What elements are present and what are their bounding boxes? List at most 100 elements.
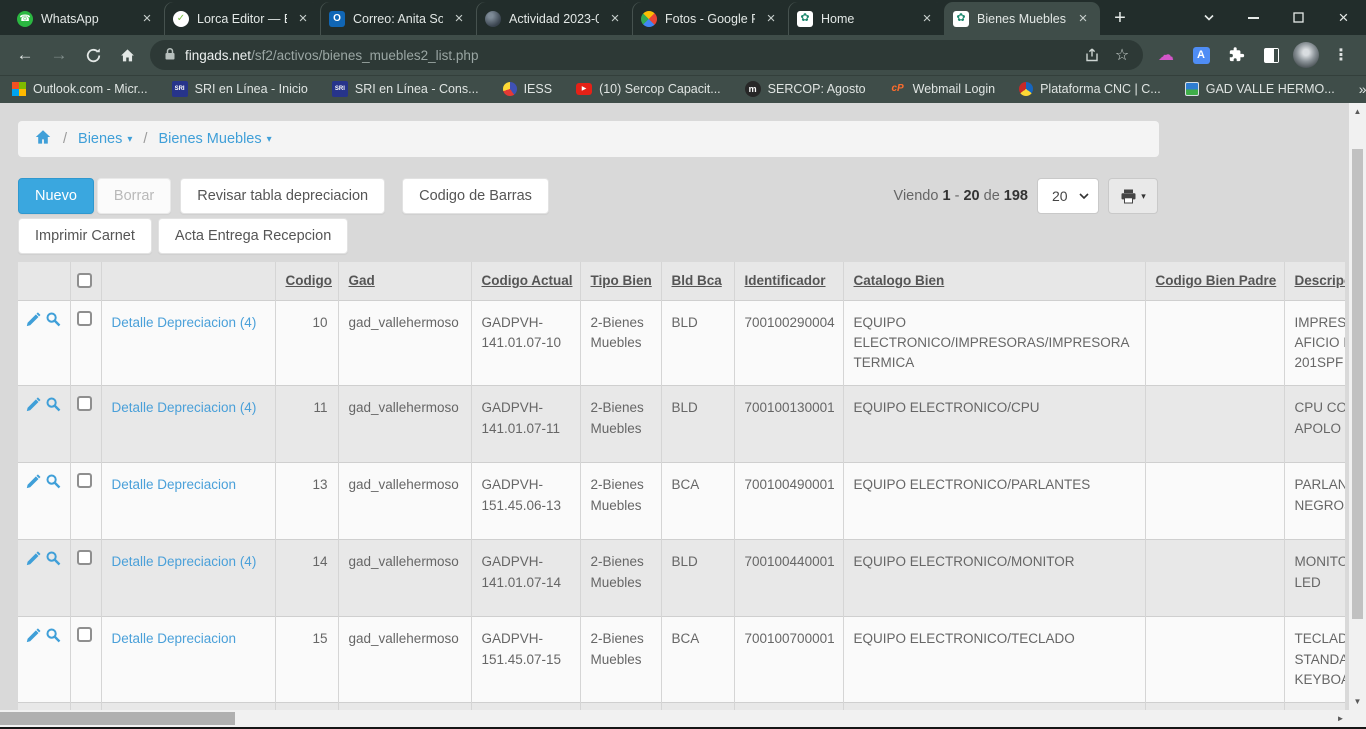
tab-close-icon[interactable]: × — [1075, 10, 1091, 27]
tab-search-chevron-icon[interactable] — [1186, 0, 1231, 35]
detalle-depreciacion-link[interactable]: Detalle Depreciacion (4) — [112, 554, 257, 569]
horizontal-scrollbar-thumb[interactable] — [0, 712, 235, 725]
view-magnifier-icon[interactable] — [45, 311, 62, 328]
column-header-codigo-actual[interactable]: Codigo Actual — [471, 262, 580, 300]
bookmark-item-plataforma-cnc-c[interactable]: Plataforma CNC | C... — [1019, 82, 1161, 96]
row-checkbox[interactable] — [77, 311, 92, 326]
breadcrumb-home-icon[interactable] — [34, 129, 52, 149]
row-checkbox[interactable] — [77, 550, 92, 565]
detalle-depreciacion-link[interactable]: Detalle Depreciacion — [112, 631, 237, 646]
edit-pencil-icon[interactable] — [26, 627, 43, 644]
edit-pencil-icon[interactable] — [26, 311, 43, 328]
browser-tab-correo-anita-sos[interactable]: OCorreo: Anita Sos× — [320, 2, 476, 35]
extensions-puzzle-icon[interactable] — [1221, 40, 1251, 70]
revisar-tabla-depreciacion-button[interactable]: Revisar tabla depreciacion — [180, 178, 385, 214]
scroll-down-icon[interactable]: ▼ — [1349, 693, 1366, 710]
cell-tipo-bien: 2-Bienes Muebles — [580, 617, 661, 703]
browser-menu-icon[interactable]: ⋮ — [1326, 40, 1356, 70]
nuevo-button[interactable]: Nuevo — [18, 178, 94, 214]
edit-pencil-icon[interactable] — [26, 550, 43, 567]
side-panel-icon[interactable] — [1256, 40, 1286, 70]
edit-pencil-icon[interactable] — [26, 396, 43, 413]
column-header-codigo-bien-padre[interactable]: Codigo Bien Padre — [1145, 262, 1284, 300]
scroll-up-icon[interactable]: ▲ — [1349, 103, 1366, 120]
column-header-tipo-bien[interactable]: Tipo Bien — [580, 262, 661, 300]
column-header-gad[interactable]: Gad — [338, 262, 471, 300]
cell-codigo-bien-padre — [1145, 300, 1284, 386]
edit-pencil-icon[interactable] — [26, 473, 43, 490]
new-tab-button[interactable]: + — [1106, 4, 1134, 32]
tab-close-icon[interactable]: × — [607, 10, 623, 27]
tab-close-icon[interactable]: × — [451, 10, 467, 27]
url-text[interactable]: fingads.net/sf2/activos/bienes_muebles2_… — [185, 48, 1077, 63]
address-bar[interactable]: fingads.net/sf2/activos/bienes_muebles2_… — [150, 40, 1143, 70]
cell-gad: gad_vallehermoso — [338, 386, 471, 463]
bookmarks-overflow-icon[interactable]: » — [1359, 81, 1366, 97]
column-header-bld-bca[interactable]: Bld Bca — [661, 262, 734, 300]
acta-entrega-recepcion-button[interactable]: Acta Entrega Recepcion — [158, 218, 348, 254]
view-magnifier-icon[interactable] — [45, 396, 62, 413]
cnc-bookmark-icon — [1019, 82, 1033, 96]
back-button[interactable]: ← — [8, 38, 42, 72]
cell-catalogo-bien: EQUIPO ELECTRONICO/MONITOR — [843, 540, 1145, 617]
profile-avatar[interactable] — [1291, 40, 1321, 70]
codigo-de-barras-button[interactable]: Codigo de Barras — [402, 178, 549, 214]
bookmark-item-sri-en-l-nea-cons[interactable]: SRISRI en Línea - Cons... — [332, 81, 479, 97]
horizontal-scrollbar[interactable]: ► — [0, 710, 1349, 727]
tab-close-icon[interactable]: × — [139, 10, 155, 27]
tab-close-icon[interactable]: × — [763, 10, 779, 27]
reload-button[interactable] — [76, 38, 110, 72]
close-window-button[interactable]: × — [1321, 0, 1366, 35]
browser-tab-actividad-2023-0[interactable]: Actividad 2023-0× — [476, 2, 632, 35]
column-header-identificador[interactable]: Identificador — [734, 262, 843, 300]
view-magnifier-icon[interactable] — [45, 550, 62, 567]
row-checkbox[interactable] — [77, 627, 92, 642]
imprimir-carnet-button[interactable]: Imprimir Carnet — [18, 218, 152, 254]
bookmark-label: GAD VALLE HERMO... — [1206, 82, 1335, 96]
detalle-depreciacion-link[interactable]: Detalle Depreciacion (4) — [112, 400, 257, 415]
table-header-row: CodigoGadCodigo ActualTipo BienBld BcaId… — [18, 262, 1345, 300]
share-icon[interactable] — [1077, 40, 1107, 70]
bookmark-item-sri-en-l-nea-inicio[interactable]: SRISRI en Línea - Inicio — [172, 81, 308, 97]
bookmark-item-10-sercop-capacit[interactable]: ▶(10) Sercop Capacit... — [576, 82, 721, 96]
bookmark-star-icon[interactable]: ☆ — [1107, 40, 1137, 70]
breadcrumb-link-bienes[interactable]: Bienes▾ — [78, 131, 132, 147]
browser-tab-whatsapp[interactable]: ☎WhatsApp× — [8, 2, 164, 35]
bookmark-item-gad-valle-hermo[interactable]: GAD VALLE HERMO... — [1185, 82, 1335, 96]
print-button[interactable]: ▾ — [1108, 178, 1158, 214]
select-all-checkbox[interactable] — [77, 273, 92, 288]
detalle-depreciacion-link[interactable]: Detalle Depreciacion — [112, 477, 237, 492]
row-checkbox[interactable] — [77, 473, 92, 488]
breadcrumb-link-bienes-muebles[interactable]: Bienes Muebles▾ — [158, 131, 271, 147]
cloud-extension-icon[interactable]: ☁ — [1151, 40, 1181, 70]
vertical-scrollbar-thumb[interactable] — [1352, 149, 1363, 619]
page-size-select[interactable]: 20 — [1037, 178, 1099, 214]
cell-gad: gad_vallehermoso — [338, 300, 471, 386]
browser-tab-home[interactable]: ✿Home× — [788, 2, 944, 35]
bookmark-item-iess[interactable]: IESS — [503, 82, 553, 96]
lock-icon[interactable] — [164, 47, 176, 64]
cell-catalogo-bien: EQUIPO ELECTRONICO/CPU — [843, 386, 1145, 463]
minimize-button[interactable] — [1231, 0, 1276, 35]
tab-close-icon[interactable]: × — [919, 10, 935, 27]
row-checkbox[interactable] — [77, 396, 92, 411]
column-header-catalogo-bien[interactable]: Catalogo Bien — [843, 262, 1145, 300]
bookmark-item-outlook-com-micr[interactable]: Outlook.com - Micr... — [12, 82, 148, 96]
bookmark-item-webmail-login[interactable]: cPWebmail Login — [890, 81, 995, 97]
column-header-descripcion[interactable]: Descripcion — [1284, 262, 1345, 300]
tab-close-icon[interactable]: × — [295, 10, 311, 27]
detalle-depreciacion-link[interactable]: Detalle Depreciacion (4) — [112, 315, 257, 330]
home-button[interactable] — [110, 38, 144, 72]
scroll-right-icon[interactable]: ► — [1332, 710, 1349, 727]
browser-tab-lorca-editor-el[interactable]: ✓Lorca Editor — El× — [164, 2, 320, 35]
column-header-codigo[interactable]: Codigo — [275, 262, 338, 300]
view-magnifier-icon[interactable] — [45, 627, 62, 644]
translate-extension-icon[interactable]: A — [1186, 40, 1216, 70]
browser-tab-bienes-muebles[interactable]: ✿Bienes Muebles× — [944, 2, 1100, 35]
browser-tab-fotos-google-f[interactable]: Fotos - Google F× — [632, 2, 788, 35]
vertical-scrollbar[interactable]: ▲ ▼ — [1349, 103, 1366, 710]
data-table: CodigoGadCodigo ActualTipo BienBld BcaId… — [18, 262, 1345, 710]
restore-button[interactable] — [1276, 0, 1321, 35]
bookmark-item-sercop-agosto[interactable]: mSERCOP: Agosto — [745, 81, 866, 97]
view-magnifier-icon[interactable] — [45, 473, 62, 490]
